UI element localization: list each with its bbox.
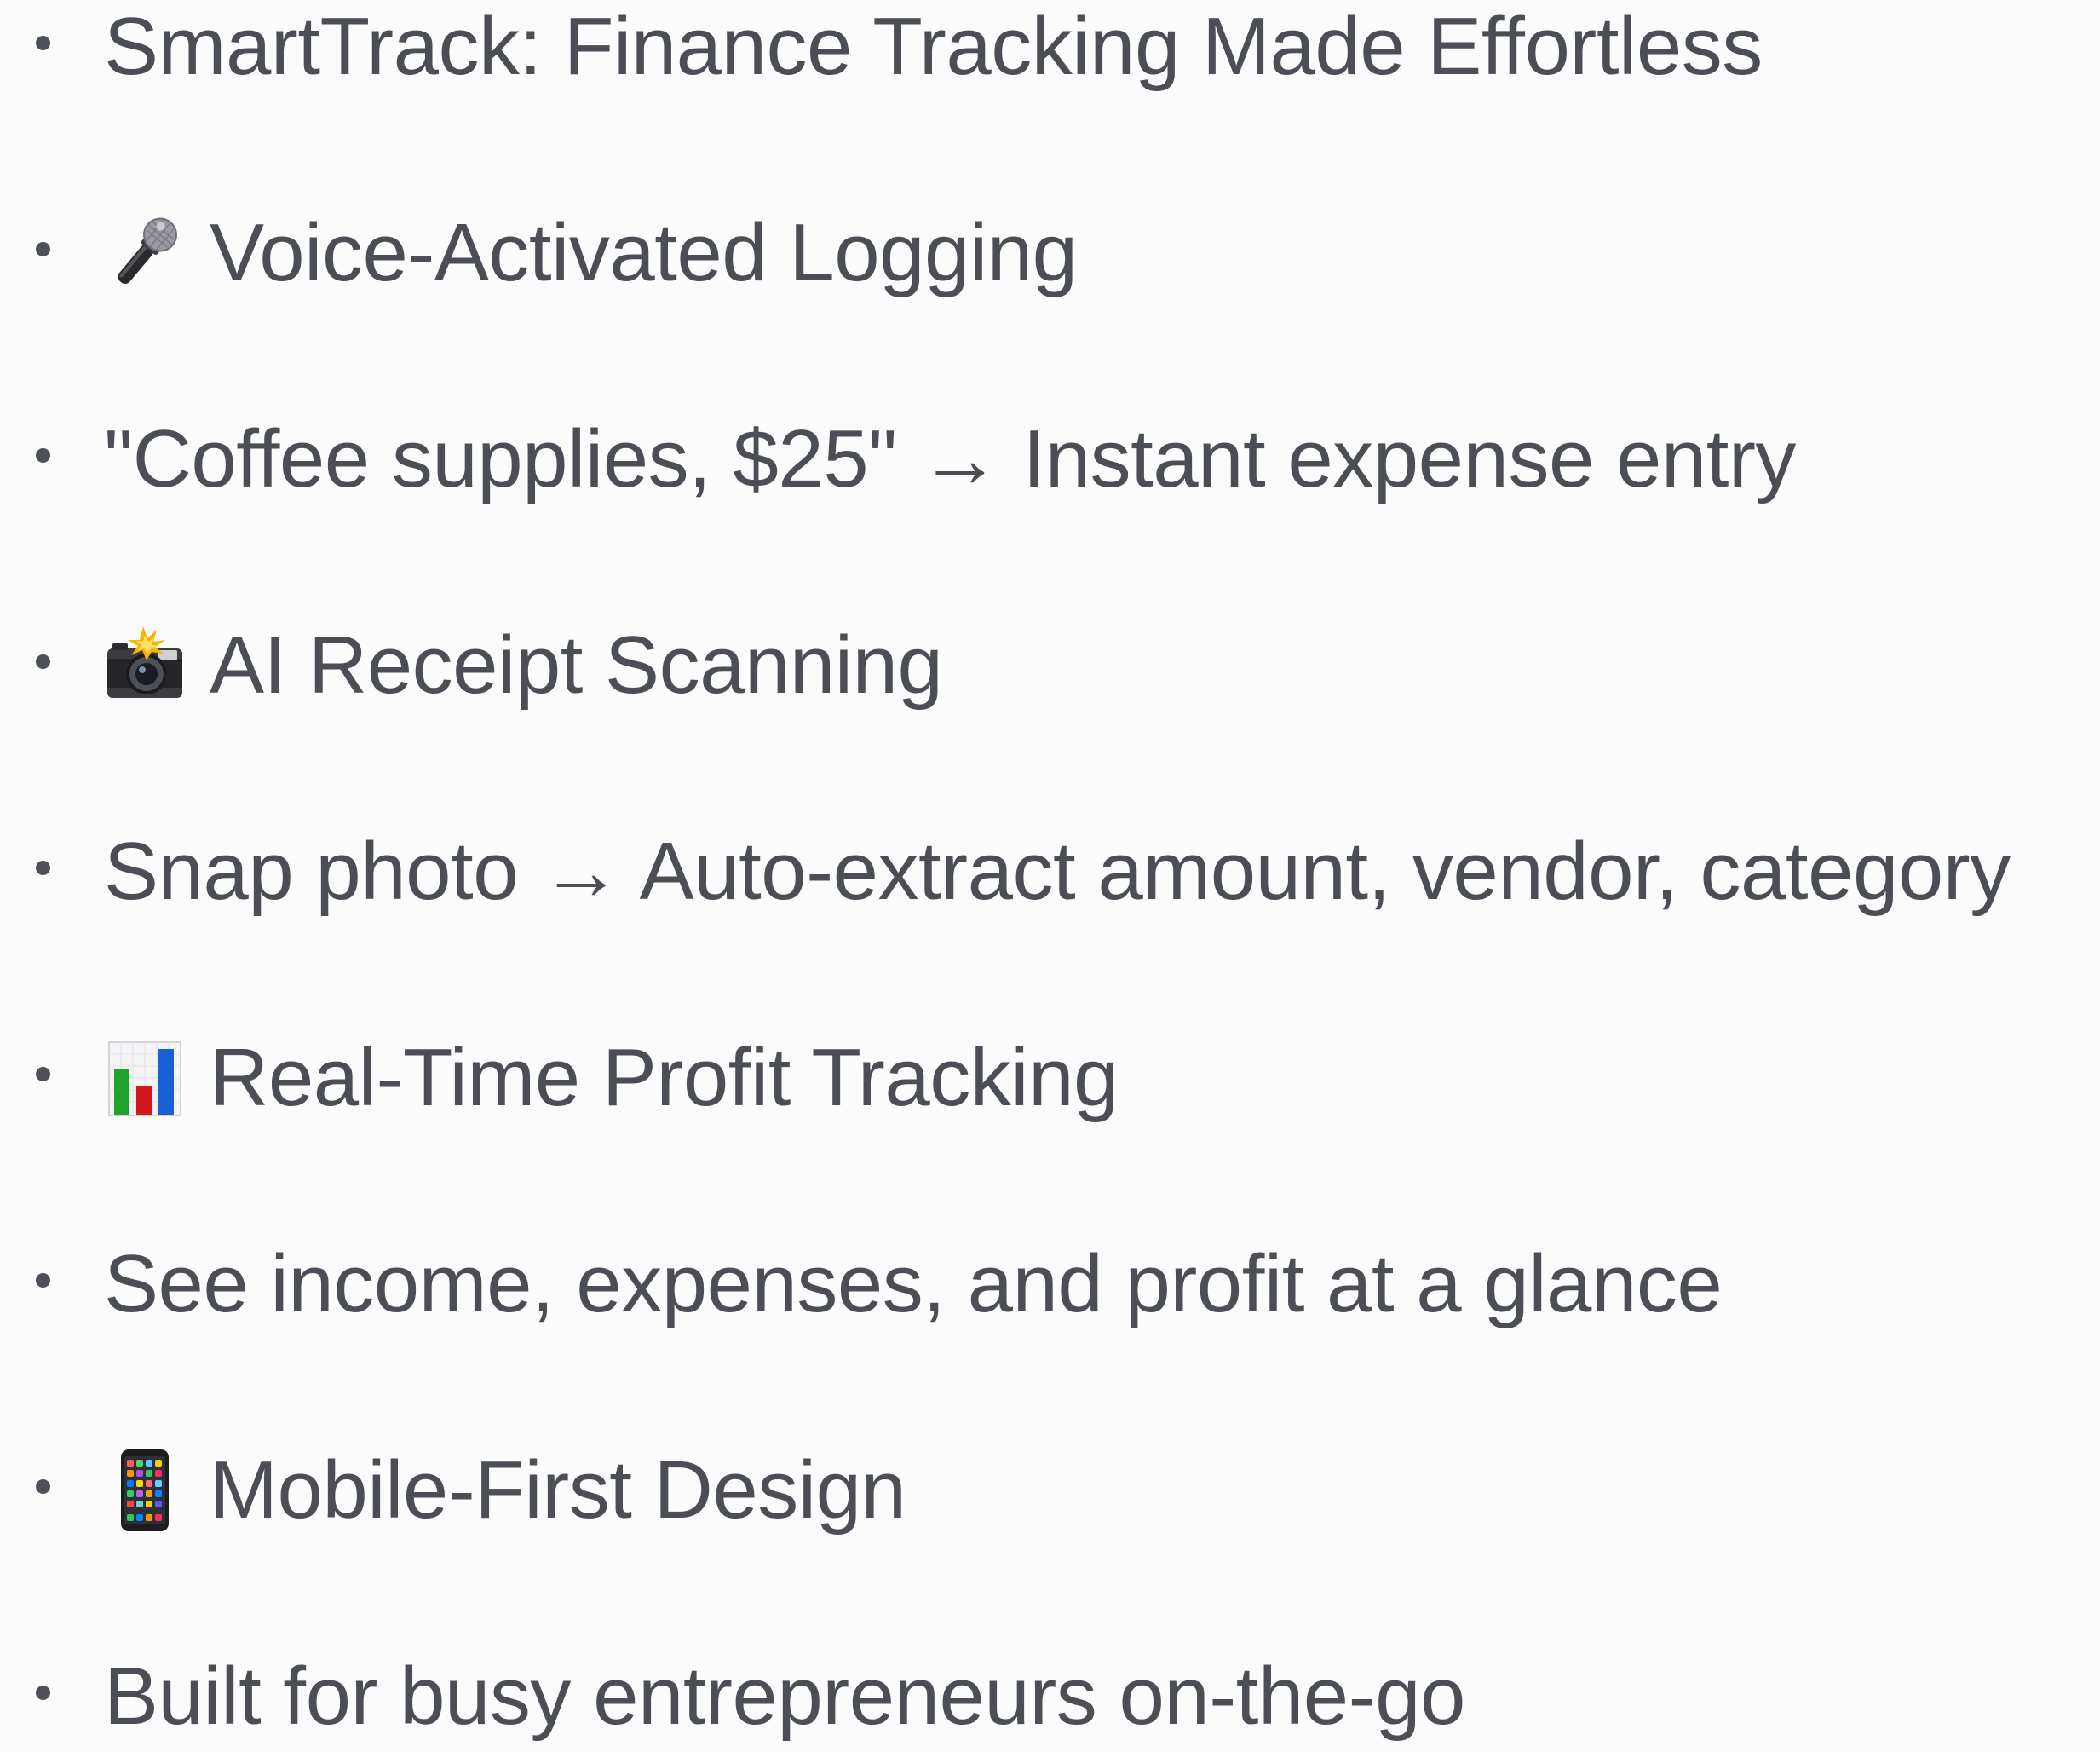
- list-item-text: "Coffee supplies, $25" → Instant expense…: [104, 413, 1796, 504]
- list-item: Voice-Activated Logging: [0, 198, 2100, 308]
- list-item-text: Voice-Activated Logging: [210, 207, 1078, 298]
- mobile-phone-icon: [104, 1449, 186, 1531]
- microphone-icon: [104, 212, 186, 294]
- bullet-icon: [36, 36, 50, 50]
- list-item-text: SmartTrack: Finance Tracking Made Effort…: [104, 1, 1763, 92]
- bullet-icon: [36, 1686, 50, 1700]
- list-item: Built for busy entrepreneurs on-the-go: [0, 1641, 2100, 1752]
- list-item: AI Receipt Scanning: [0, 610, 2100, 721]
- list-item: Mobile-First Design: [0, 1435, 2100, 1546]
- bullet-icon: [36, 1479, 50, 1494]
- list-item-text: Built for busy entrepreneurs on-the-go: [104, 1651, 1465, 1742]
- bullet-icon: [36, 1067, 50, 1081]
- bullet-icon: [36, 861, 50, 875]
- list-item: SmartTrack: Finance Tracking Made Effort…: [0, 0, 2100, 102]
- bullet-icon: [36, 448, 50, 463]
- bullet-icon: [36, 1273, 50, 1288]
- list-item: "Coffee supplies, $25" → Instant expense…: [0, 404, 2100, 515]
- list-item-text: AI Receipt Scanning: [210, 620, 943, 711]
- list-item-text: Snap photo → Auto-extract amount, vendor…: [104, 826, 2011, 917]
- bullet-icon: [36, 654, 50, 669]
- list-item-text: Real-Time Profit Tracking: [210, 1032, 1119, 1123]
- camera-flash-icon: [104, 625, 186, 706]
- bullet-icon: [36, 242, 50, 256]
- bar-chart-icon: [104, 1037, 186, 1119]
- list-item: Snap photo → Auto-extract amount, vendor…: [0, 816, 2100, 927]
- list-item: See income, expenses, and profit at a gl…: [0, 1229, 2100, 1340]
- list-item-text: See income, expenses, and profit at a gl…: [104, 1238, 1723, 1329]
- list-item-text: Mobile-First Design: [210, 1444, 906, 1536]
- list-item: Real-Time Profit Tracking: [0, 1023, 2100, 1133]
